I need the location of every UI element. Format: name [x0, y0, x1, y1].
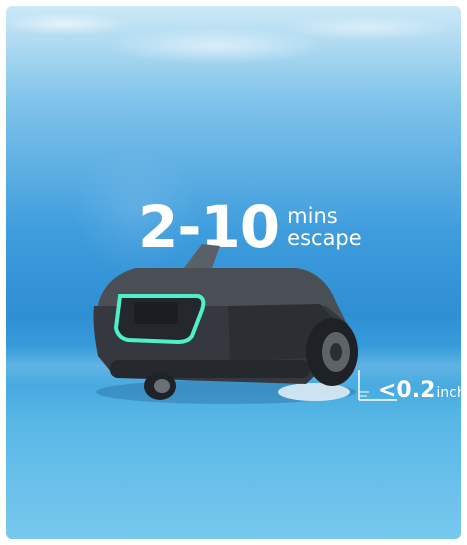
- rear-wheel-center: [330, 343, 342, 361]
- clearance-value: <0.2: [378, 378, 436, 403]
- robot-vent: [134, 302, 178, 324]
- clearance-unit: inch: [436, 385, 461, 401]
- clearance-label: <0.2 inch: [378, 378, 461, 403]
- robot-roller: [110, 360, 310, 378]
- front-wheel-hub: [154, 379, 170, 393]
- product-image-frame: 2-10 mins escape <0.2 inc: [6, 6, 461, 539]
- robot-handle: [184, 244, 220, 268]
- pool-robot-illustration: [93, 244, 358, 404]
- splash: [278, 383, 350, 401]
